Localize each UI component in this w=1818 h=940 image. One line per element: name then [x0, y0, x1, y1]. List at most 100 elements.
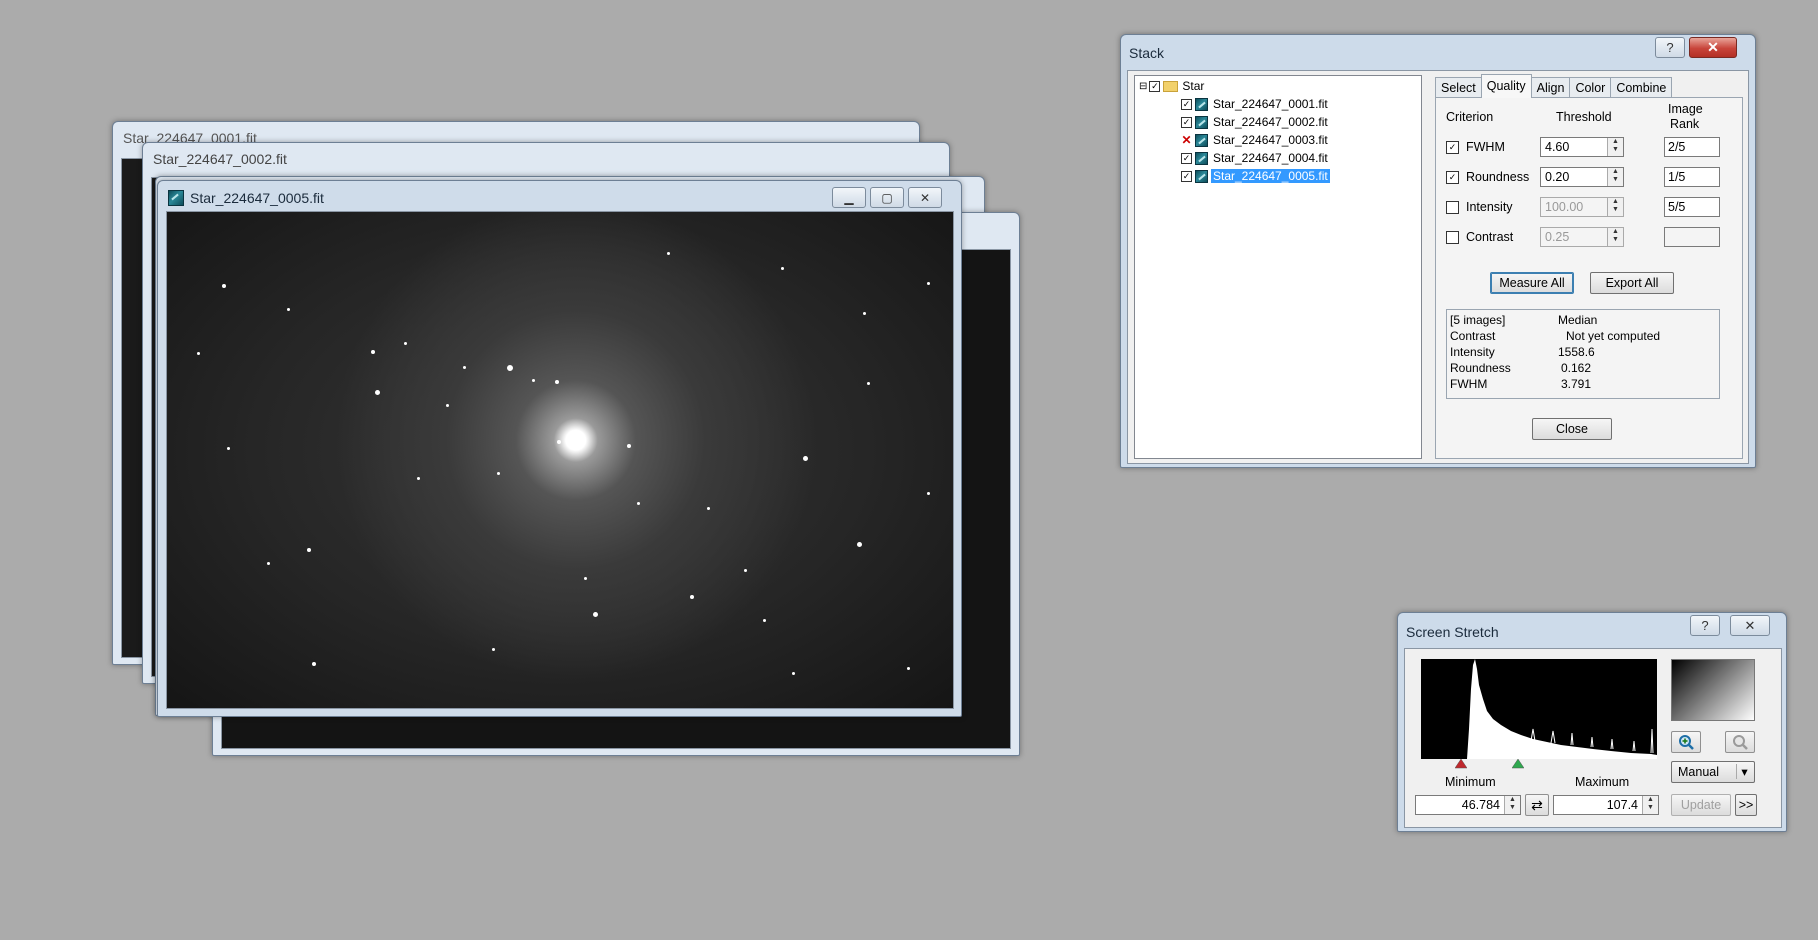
star [417, 477, 420, 480]
contrast-threshold[interactable]: 0.25 ▲ ▼ [1540, 227, 1624, 247]
close-button[interactable]: ✕ [908, 187, 942, 208]
minimum-marker-icon[interactable] [1455, 759, 1467, 769]
zoom-in-button[interactable] [1671, 731, 1701, 753]
maximum-label: Maximum [1575, 775, 1630, 789]
tree-item[interactable]: ✓ Star_224647_0005.fit [1181, 168, 1330, 184]
star [371, 350, 375, 354]
spin-arrows[interactable]: ▲ ▼ [1504, 796, 1520, 814]
tree-label: Star_224647_0001.fit [1213, 97, 1328, 111]
window-title: Star_224647_0005.fit [190, 190, 324, 206]
star [707, 507, 710, 510]
minimum-input[interactable]: 46.784 ▲ ▼ [1415, 795, 1521, 815]
maximum-input[interactable]: 107.4 ▲ ▼ [1553, 795, 1659, 815]
mode-dropdown[interactable]: Manual ▾ [1671, 761, 1755, 783]
contrast-checkbox[interactable] [1446, 231, 1459, 244]
star [404, 342, 407, 345]
maximize-button[interactable]: ▢ [870, 187, 904, 208]
stack-dialog[interactable]: Stack ? ✕ ⊟ ✓ Star ✓ Star_224647_0001.fi… [1120, 34, 1756, 468]
help-button[interactable]: ? [1690, 615, 1720, 636]
contrast-label: Contrast [1466, 230, 1514, 244]
measure-all-button[interactable]: Measure All [1490, 272, 1574, 294]
roundness-label: Roundness [1466, 170, 1530, 184]
spin-arrows[interactable]: ▲ ▼ [1607, 198, 1623, 216]
star [492, 648, 495, 651]
checkbox[interactable]: ✓ [1149, 80, 1161, 92]
intensity-checkbox[interactable] [1446, 201, 1459, 214]
export-all-button[interactable]: Export All [1590, 272, 1674, 294]
roundness-threshold[interactable]: 0.20 ▲ ▼ [1540, 167, 1624, 187]
fits-file-icon [1195, 169, 1208, 183]
star [803, 456, 808, 461]
star [792, 672, 795, 675]
star-field-image[interactable] [166, 211, 954, 709]
maximum-marker-icon[interactable] [1512, 759, 1524, 769]
star [446, 404, 449, 407]
tree-item[interactable]: ✓ Star_224647_0001.fit [1181, 96, 1330, 112]
checkbox[interactable]: ✓ [1181, 152, 1192, 164]
rejected-icon[interactable]: ✕ [1181, 134, 1192, 146]
tab-select[interactable]: Select [1435, 77, 1482, 98]
fwhm-label: FWHM [1466, 140, 1505, 154]
minimize-button[interactable]: ▁ [832, 187, 866, 208]
contrast-rank [1664, 227, 1720, 247]
image-window-0005[interactable]: Star_224647_0005.fit ▁ ▢ ✕ [157, 180, 962, 717]
stat-contrast: Contrast Not yet computed [1450, 329, 1661, 343]
close-button[interactable]: Close [1532, 418, 1612, 440]
histogram-plot [1421, 659, 1657, 759]
spin-arrows[interactable]: ▲ ▼ [1607, 228, 1623, 246]
stretch-preview [1671, 659, 1755, 721]
tab-strip: Select Quality Align Color Combine [1435, 72, 1673, 98]
collapse-icon[interactable]: ⊟ [1139, 81, 1147, 92]
tree-label: Star_224647_0002.fit [1213, 115, 1328, 129]
screen-stretch-dialog[interactable]: Screen Stretch ? ✕ Minimum Maximum 46.78… [1397, 612, 1787, 832]
star [857, 542, 862, 547]
help-button[interactable]: ? [1655, 37, 1685, 58]
swap-button[interactable]: ⇄ [1525, 794, 1549, 816]
zoom-out-button[interactable] [1725, 731, 1755, 753]
tree-label: Star_224647_0004.fit [1213, 151, 1328, 165]
tree-label: Star_224647_0003.fit [1213, 133, 1328, 147]
checkbox[interactable]: ✓ [1181, 116, 1192, 128]
star [287, 308, 290, 311]
tree-root[interactable]: ⊟ ✓ Star [1139, 78, 1204, 94]
chevron-down-icon: ▾ [1736, 764, 1752, 779]
intensity-threshold[interactable]: 100.00 ▲ ▼ [1540, 197, 1624, 217]
star [197, 352, 200, 355]
spin-arrows[interactable]: ▲ ▼ [1607, 138, 1623, 156]
star [927, 492, 930, 495]
checkbox[interactable]: ✓ [1181, 170, 1192, 182]
tab-quality[interactable]: Quality [1480, 74, 1532, 98]
spin-arrows[interactable]: ▲ ▼ [1642, 796, 1658, 814]
file-tree[interactable]: ⊟ ✓ Star ✓ Star_224647_0001.fit ✓ Star_2… [1134, 75, 1422, 459]
close-icon[interactable]: ✕ [1730, 615, 1770, 636]
update-button[interactable]: Update [1671, 794, 1731, 816]
star [497, 472, 500, 475]
star [763, 619, 766, 622]
threshold-header: Threshold [1556, 110, 1612, 124]
dialog-title: Screen Stretch [1406, 624, 1499, 640]
fits-file-icon [168, 190, 184, 206]
roundness-checkbox[interactable]: ✓ [1446, 171, 1459, 184]
close-icon[interactable]: ✕ [1689, 37, 1737, 58]
intensity-rank: 5/5 [1664, 197, 1720, 217]
rank-header-line2: Rank [1670, 117, 1700, 131]
star [667, 252, 670, 255]
stat-roundness: Roundness 0.162 [1450, 361, 1592, 375]
tab-align[interactable]: Align [1530, 77, 1571, 98]
window-title: Star_224647_0002.fit [153, 151, 287, 167]
star [227, 447, 230, 450]
fwhm-threshold[interactable]: 4.60 ▲ ▼ [1540, 137, 1624, 157]
fwhm-checkbox[interactable]: ✓ [1446, 141, 1459, 154]
tree-item[interactable]: ✕ Star_224647_0003.fit [1181, 132, 1330, 148]
quality-tab-panel: Criterion Threshold Image Rank ✓ FWHM 4.… [1435, 97, 1743, 459]
tree-item[interactable]: ✓ Star_224647_0002.fit [1181, 114, 1330, 130]
folder-icon [1163, 80, 1179, 92]
expand-button[interactable]: >> [1735, 794, 1757, 816]
tab-color[interactable]: Color [1569, 77, 1612, 98]
stats-header: [5 images] Median [1450, 313, 1598, 327]
spin-arrows[interactable]: ▲ ▼ [1607, 168, 1623, 186]
checkbox[interactable]: ✓ [1181, 98, 1192, 110]
tree-item[interactable]: ✓ Star_224647_0004.fit [1181, 150, 1330, 166]
histogram[interactable] [1421, 659, 1657, 759]
tab-combine[interactable]: Combine [1610, 77, 1673, 98]
